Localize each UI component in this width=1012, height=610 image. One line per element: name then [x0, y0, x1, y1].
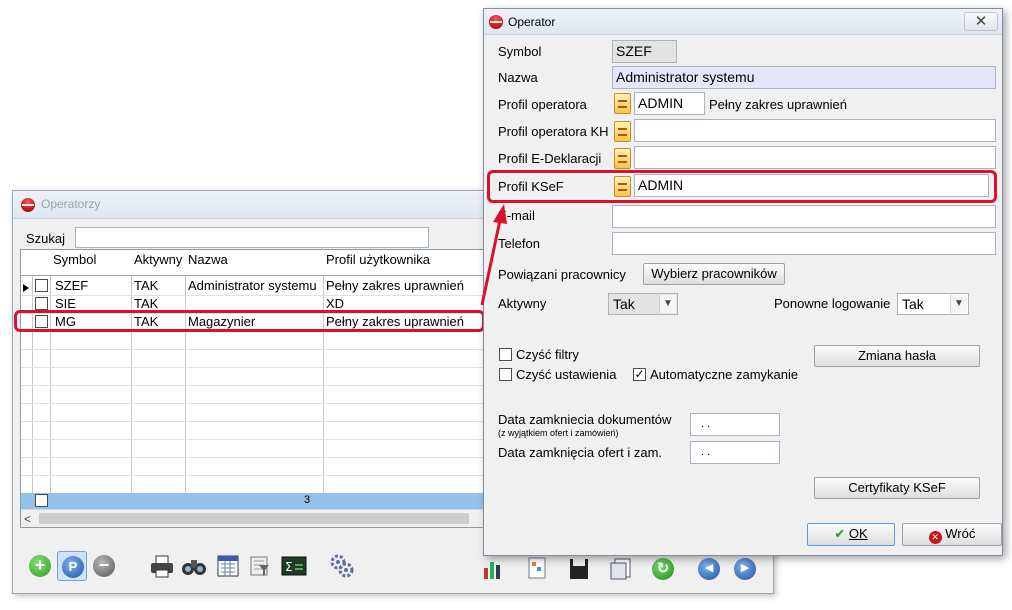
annotation-arrow [480, 204, 507, 306]
